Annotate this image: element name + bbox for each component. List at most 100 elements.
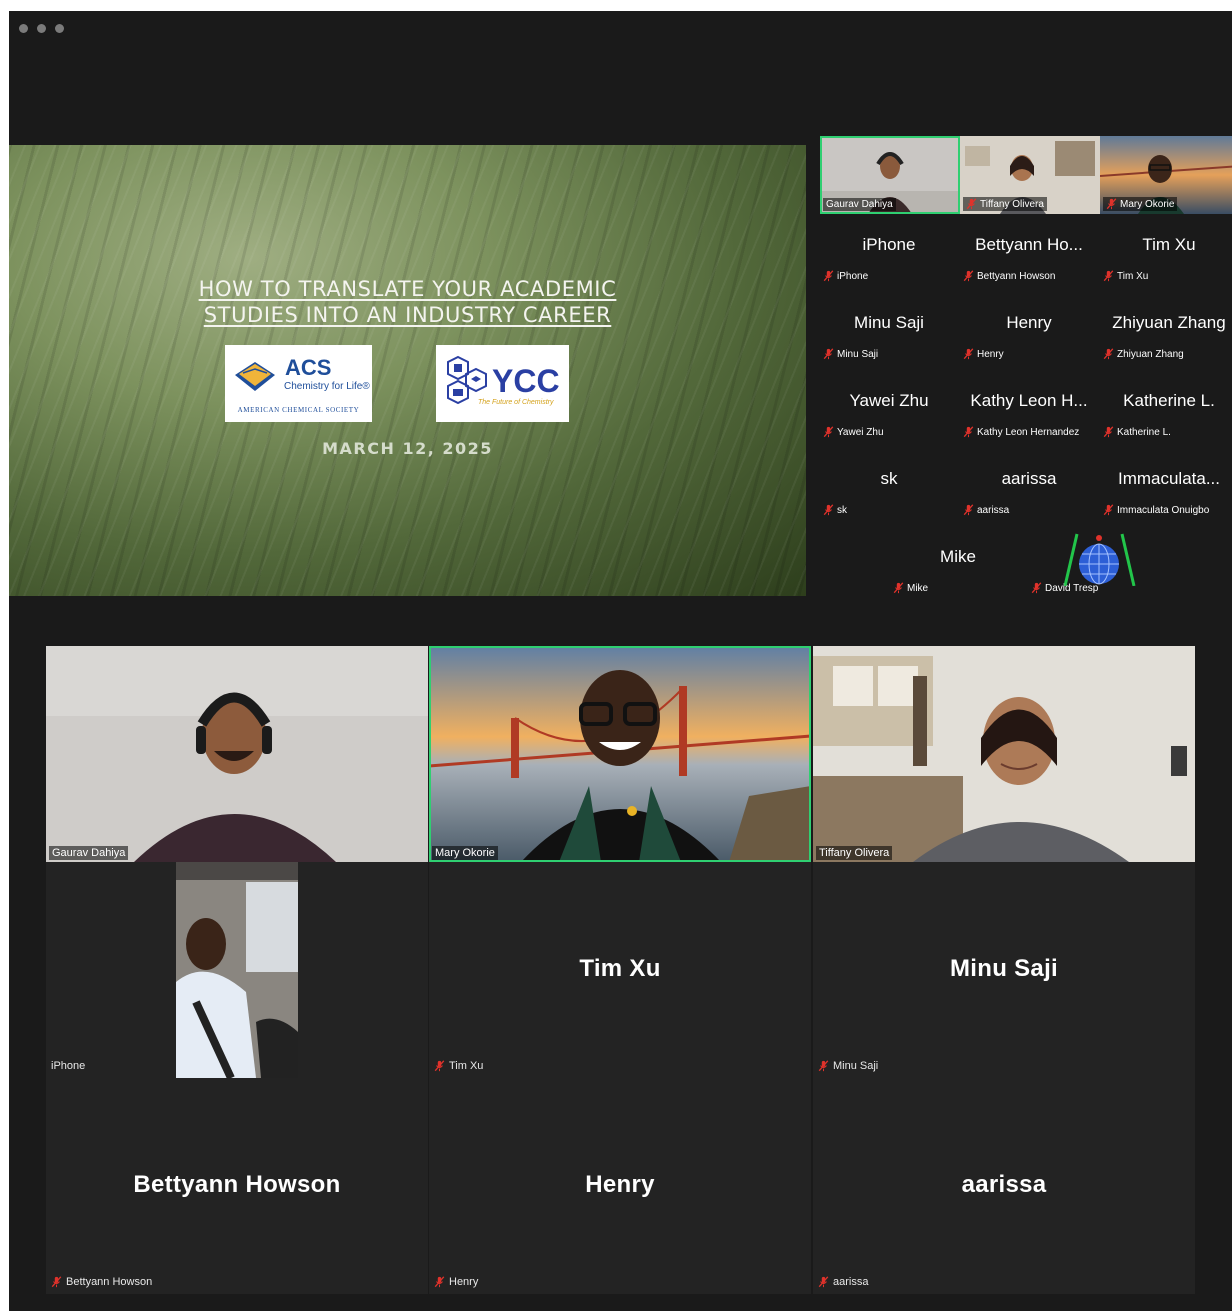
muted-mic-icon	[823, 504, 834, 516]
mini-tile-iphone[interactable]: iPhone iPhone	[820, 214, 958, 292]
participant-label: Tim Xu	[1103, 270, 1148, 282]
mini-tile-yawei[interactable]: Yawei Zhu Yawei Zhu	[820, 370, 958, 448]
ycc-abbr: YCC	[492, 363, 560, 399]
participant-name: aarissa	[1001, 469, 1057, 488]
acs-tagline: Chemistry for Life®	[284, 381, 370, 392]
muted-mic-icon	[434, 1276, 445, 1288]
participant-name: Henry	[585, 1171, 655, 1198]
participant-label: Bettyann Howson	[51, 1276, 152, 1288]
mini-video-tiffany[interactable]: Tiffany Olivera	[960, 136, 1100, 214]
participant-name-label: Gaurav Dahiya	[49, 846, 129, 860]
gallery-tile-iphone[interactable]: iPhone	[46, 862, 428, 1078]
gallery-video-gaurav[interactable]: Gaurav Dahiya	[46, 646, 428, 862]
mini-tile-katherine[interactable]: Katherine L. Katherine L.	[1100, 370, 1232, 448]
participant-label: Yawei Zhu	[823, 426, 884, 438]
gallery-tile-minu[interactable]: Minu Saji Minu Saji	[813, 862, 1195, 1078]
muted-mic-icon	[823, 270, 834, 282]
mini-tile-zhiyuan[interactable]: Zhiyuan Zhang Zhiyuan Zhang	[1100, 292, 1232, 370]
dot-icon	[37, 24, 46, 33]
window-menu-dots[interactable]	[19, 24, 64, 33]
mini-tile-sk[interactable]: sk sk	[820, 448, 958, 526]
participant-label: David Tresp	[1031, 582, 1098, 594]
participant-name: Bettyann Howson	[133, 1171, 341, 1198]
participant-name: Katherine L.	[1123, 391, 1215, 410]
shared-slide: HOW TO TRANSLATE YOUR ACADEMIC STUDIES I…	[9, 145, 806, 596]
mini-tile-david[interactable]: David Tresp	[1027, 526, 1140, 604]
ycc-logo: YCC The Future of Chemistry	[436, 345, 569, 422]
mini-tile-kathy[interactable]: Kathy Leon H... Kathy Leon Hernandez	[960, 370, 1098, 448]
participant-name: Tim Xu	[1142, 235, 1196, 254]
muted-mic-icon	[966, 198, 977, 210]
video-feed-image	[429, 646, 811, 862]
participant-name: Yawei Zhu	[849, 391, 929, 410]
participant-label: Henry	[434, 1276, 478, 1288]
muted-mic-icon	[963, 504, 974, 516]
gallery-video-mary[interactable]: Mary Okorie	[429, 646, 811, 862]
muted-mic-icon	[1103, 348, 1114, 360]
participant-label: Bettyann Howson	[963, 270, 1055, 282]
mini-video-mary[interactable]: Mary Okorie	[1100, 136, 1232, 214]
mini-video-name: Mary Okorie	[1103, 197, 1178, 211]
muted-mic-icon	[963, 426, 974, 438]
participant-name-label: Tiffany Olivera	[816, 846, 893, 860]
muted-mic-icon	[963, 270, 974, 282]
participant-name: Henry	[1006, 313, 1052, 332]
participant-label: sk	[823, 504, 847, 516]
muted-mic-icon	[1106, 198, 1117, 210]
mini-tile-minu[interactable]: Minu Saji Minu Saji	[820, 292, 958, 370]
mini-tile-immaculata[interactable]: Immaculata... Immaculata Onuigbo	[1100, 448, 1232, 526]
acs-logo: ACS Chemistry for Life® AMERICAN CHEMICA…	[225, 345, 372, 422]
participant-name: Mike	[940, 547, 976, 566]
gallery-tile-tim[interactable]: Tim Xu Tim Xu	[429, 862, 811, 1078]
participant-label: Immaculata Onuigbo	[1103, 504, 1209, 516]
participant-label: Kathy Leon Hernandez	[963, 426, 1079, 438]
participant-label: Minu Saji	[823, 348, 878, 360]
participant-name: Minu Saji	[949, 955, 1059, 982]
participant-label: Minu Saji	[818, 1060, 878, 1072]
participant-label: Katherine L.	[1103, 426, 1171, 438]
participant-name: Bettyann Ho...	[975, 235, 1083, 254]
mini-tile-henry[interactable]: Henry Henry	[960, 292, 1098, 370]
muted-mic-icon	[818, 1276, 829, 1288]
participant-name-label: Mary Okorie	[432, 846, 498, 860]
gallery-tile-henry[interactable]: Henry Henry	[429, 1078, 811, 1294]
participant-name: Tim Xu	[579, 955, 661, 982]
participant-name: aarissa	[961, 1171, 1047, 1198]
ycc-tagline: The Future of Chemistry	[478, 399, 554, 406]
mini-tile-aarissa[interactable]: aarissa aarissa	[960, 448, 1098, 526]
mini-video-gaurav[interactable]: Gaurav Dahiya	[820, 136, 960, 214]
muted-mic-icon	[893, 582, 904, 594]
slide-title-line2: STUDIES INTO AN INDUSTRY CAREER	[203, 303, 612, 327]
gallery-tile-aarissa[interactable]: aarissa aarissa	[813, 1078, 1195, 1294]
mini-tile-tim[interactable]: Tim Xu Tim Xu	[1100, 214, 1232, 292]
participant-name: iPhone	[862, 235, 916, 254]
participant-name: Immaculata...	[1117, 469, 1221, 488]
video-feed-image	[176, 862, 298, 1078]
globe-avatar-icon	[1063, 533, 1136, 586]
participant-label: Zhiyuan Zhang	[1103, 348, 1184, 360]
participant-label: aarissa	[818, 1276, 868, 1288]
participant-name: Zhiyuan Zhang	[1112, 313, 1226, 332]
dot-icon	[55, 24, 64, 33]
muted-mic-icon	[1103, 270, 1114, 282]
participant-label: Mike	[893, 582, 928, 594]
participant-label: iPhone	[51, 1060, 86, 1072]
gallery-tile-bettyann[interactable]: Bettyann Howson Bettyann Howson	[46, 1078, 428, 1294]
mini-tile-mike[interactable]: Mike Mike	[889, 526, 1027, 604]
muted-mic-icon	[1103, 504, 1114, 516]
participant-name: Kathy Leon H...	[970, 391, 1088, 410]
participant-name: sk	[880, 469, 898, 488]
muted-mic-icon	[1031, 582, 1042, 594]
participant-label: iPhone	[823, 270, 868, 282]
muted-mic-icon	[823, 348, 834, 360]
slide-date: MARCH 12, 2025	[322, 439, 493, 458]
gallery-video-tiffany[interactable]: Tiffany Olivera	[813, 646, 1195, 862]
muted-mic-icon	[434, 1060, 445, 1072]
muted-mic-icon	[963, 348, 974, 360]
video-feed-image	[46, 646, 428, 862]
video-feed-image	[813, 646, 1195, 862]
mini-video-name: Gaurav Dahiya	[823, 198, 896, 211]
mini-tile-bettyann[interactable]: Bettyann Ho... Bettyann Howson	[960, 214, 1098, 292]
participant-label: Tim Xu	[434, 1060, 483, 1072]
muted-mic-icon	[51, 1276, 62, 1288]
